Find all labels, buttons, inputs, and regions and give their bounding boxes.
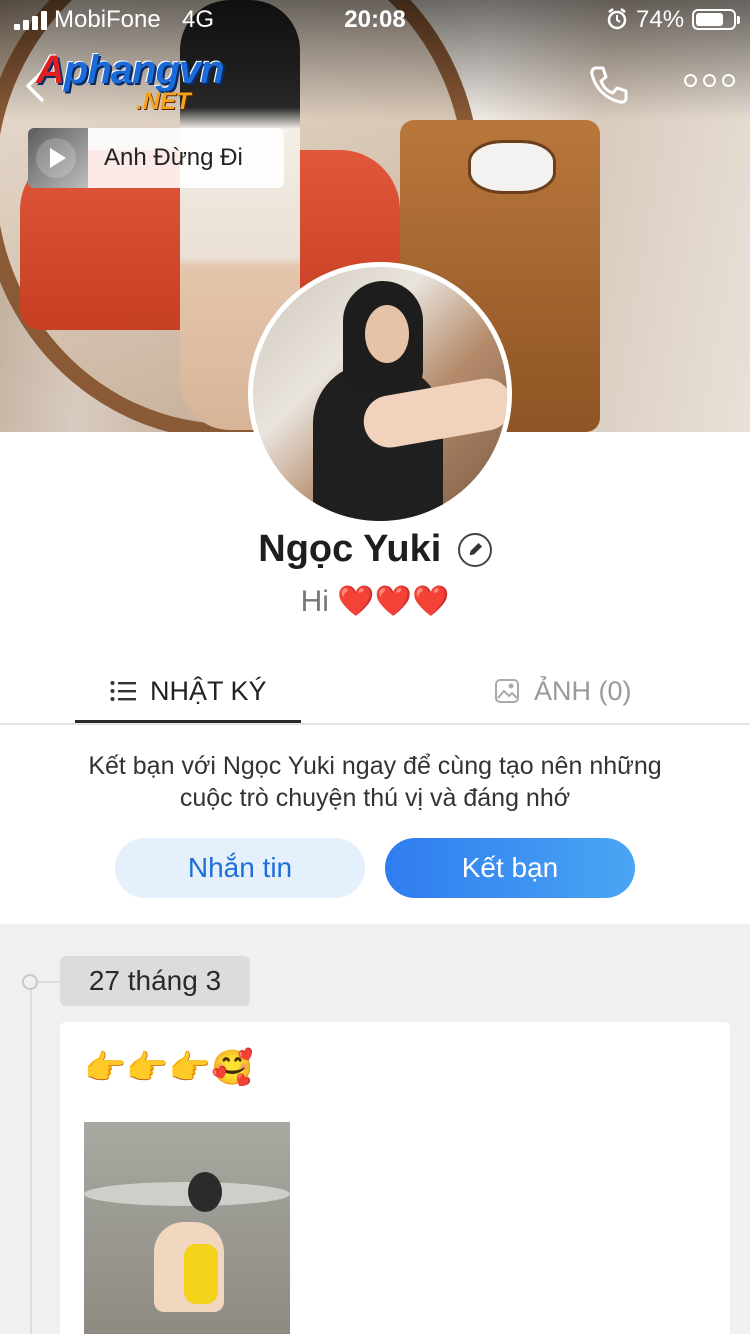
cover-sign <box>468 140 556 194</box>
profile-music[interactable]: Anh Đừng Đi <box>28 128 284 188</box>
message-button[interactable]: Nhắn tin <box>115 838 365 898</box>
add-friend-button[interactable]: Kết bạn <box>385 838 635 898</box>
list-icon <box>110 681 136 701</box>
tab-photos-label: ẢNH (0) <box>534 675 632 706</box>
avatar[interactable] <box>248 262 512 526</box>
profile-name: Ngọc Yuki <box>258 528 442 570</box>
post-text: 👉👉👉🥰 <box>84 1049 254 1087</box>
post-photo[interactable] <box>84 1122 290 1334</box>
friend-prompt: Kết bạn với Ngọc Yuki ngay để cùng tạo n… <box>0 750 750 814</box>
photo-wave <box>84 1182 290 1206</box>
battery-icon <box>692 9 740 30</box>
profile-name-row: Ngọc Yuki <box>0 528 750 571</box>
status-emoji: ❤️❤️❤️ <box>337 585 450 618</box>
logo-main: Aphangvn <box>36 48 225 92</box>
status-text: Hi <box>300 585 329 618</box>
image-icon <box>495 679 519 703</box>
logo-sub: .NET <box>136 88 191 115</box>
tab-diary[interactable]: NHẬT KÝ <box>110 660 267 722</box>
pencil-icon[interactable] <box>457 532 492 567</box>
more-dots-icon[interactable] <box>684 74 735 87</box>
timeline-post[interactable]: 👉👉👉🥰 <box>60 1022 730 1334</box>
profile-status: Hi ❤️❤️❤️ <box>0 584 750 619</box>
tab-photos[interactable]: ẢNH (0) <box>494 660 632 722</box>
music-title: Anh Đừng Đi <box>104 144 243 171</box>
tab-divider <box>0 723 750 725</box>
tab-diary-label: NHẬT KÝ <box>150 675 267 706</box>
battery-percent: 74% <box>636 6 685 33</box>
timeline-date: 27 tháng 3 <box>60 956 250 1006</box>
watermark-logo: Aphangvn .NET <box>36 48 276 118</box>
phone-icon[interactable] <box>586 62 632 108</box>
friend-prompt-line1: Kết bạn với Ngọc Yuki ngay để cùng tạo n… <box>88 752 662 780</box>
timeline-dot <box>22 974 62 990</box>
status-bar: MobiFone 4G 20:08 74% <box>0 0 750 40</box>
photo-head <box>188 1172 222 1212</box>
timeline-line <box>30 990 32 1334</box>
photo-swimsuit <box>184 1244 218 1304</box>
alarm-icon <box>607 8 627 30</box>
battery-fill <box>696 13 723 26</box>
avatar-face <box>365 305 409 363</box>
play-icon[interactable] <box>36 138 76 178</box>
music-thumbnail <box>28 128 88 188</box>
friend-prompt-line2: cuộc trò chuyện thú vị và đáng nhớ <box>179 784 571 812</box>
